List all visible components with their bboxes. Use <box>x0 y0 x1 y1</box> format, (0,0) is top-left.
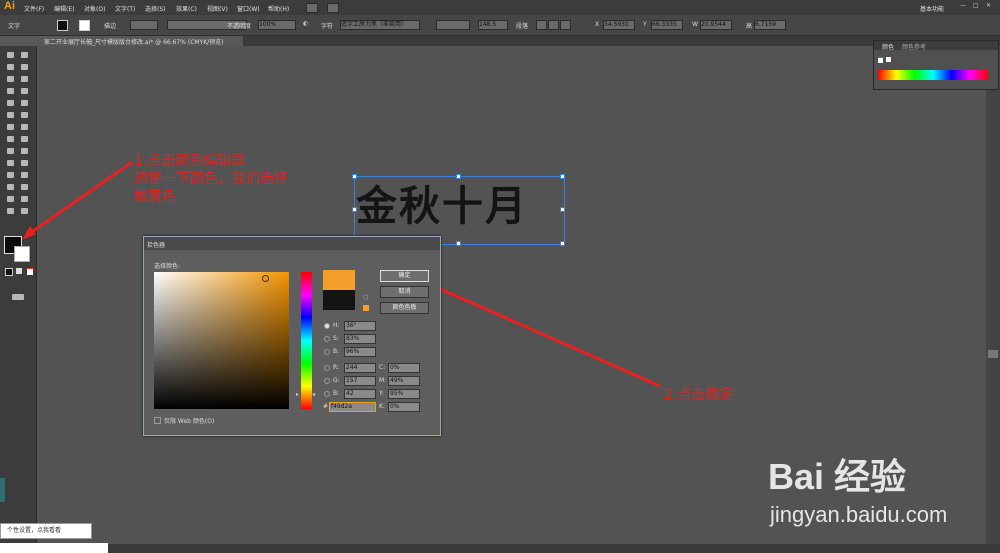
ok-button[interactable]: 确定 <box>380 270 429 282</box>
s-label: S: <box>333 335 339 342</box>
color-picker-dialog: 拾色器 选择颜色: ▸ ◂ ⬡ 确定 取消 颜色色板 H: 36° S: 83%… <box>143 236 441 436</box>
dialog-title: 拾色器 <box>147 242 166 249</box>
arrow-step2 <box>419 278 661 388</box>
s-field[interactable]: 83% <box>344 334 376 344</box>
m-label: M: <box>379 377 387 384</box>
radio-g[interactable] <box>324 378 330 384</box>
g-field[interactable]: 157 <box>344 376 376 386</box>
select-color-label: 选择颜色: <box>154 263 181 270</box>
side-widget[interactable] <box>0 478 5 502</box>
h-label: H: <box>333 322 340 329</box>
arrow-step1 <box>25 160 133 238</box>
new-color-preview <box>323 270 355 290</box>
g-label: G: <box>333 377 340 384</box>
h-field[interactable]: 36° <box>344 321 376 331</box>
c-label: C: <box>379 364 386 371</box>
y-field[interactable]: 95% <box>388 389 420 399</box>
b-label: B: <box>333 348 340 355</box>
cancel-button[interactable]: 取消 <box>380 286 429 298</box>
gamut-warning-icon[interactable]: ⬡ <box>363 294 368 301</box>
b-field[interactable]: 96% <box>344 347 376 357</box>
baidu-watermark-logo: Bai 经验 <box>768 456 907 497</box>
rgb-b-label: B: <box>333 390 340 397</box>
radio-h[interactable] <box>324 323 330 329</box>
rgb-b-field[interactable]: 42 <box>344 389 376 399</box>
radio-r[interactable] <box>324 365 330 371</box>
web-only-label: 仅限 Web 颜色(O) <box>164 418 215 425</box>
arrow-step1-head <box>22 226 36 240</box>
tooltip: 个性设置，点我看看 <box>0 523 92 539</box>
c-field[interactable]: 0% <box>388 363 420 373</box>
k-field[interactable]: 0% <box>388 402 420 412</box>
saturation-brightness-field[interactable] <box>154 272 289 409</box>
hue-slider-right-arrow[interactable]: ◂ <box>312 391 315 398</box>
web-safe-swatch[interactable] <box>363 305 369 311</box>
hue-slider-left-arrow[interactable]: ▸ <box>296 391 299 398</box>
color-cursor[interactable] <box>262 275 269 282</box>
radio-rgb-b[interactable] <box>324 391 330 397</box>
hex-field[interactable]: f49d2a <box>329 402 376 412</box>
baidu-watermark-url: jingyan.baidu.com <box>770 502 948 527</box>
web-only-checkbox[interactable] <box>154 417 161 424</box>
dialog-titlebar[interactable]: 拾色器 <box>144 237 440 250</box>
hue-slider[interactable] <box>301 272 312 409</box>
old-color-preview[interactable] <box>323 290 355 310</box>
m-field[interactable]: 49% <box>388 376 420 386</box>
ime-toolbar[interactable] <box>0 543 108 553</box>
hex-label: # <box>323 403 329 410</box>
r-label: R: <box>333 364 340 371</box>
color-swatches-button[interactable]: 颜色色板 <box>380 302 429 314</box>
y-label: Y: <box>379 390 384 397</box>
r-field[interactable]: 244 <box>344 363 376 373</box>
radio-s[interactable] <box>324 336 330 342</box>
k-label: K: <box>379 403 385 410</box>
radio-b[interactable] <box>324 349 330 355</box>
